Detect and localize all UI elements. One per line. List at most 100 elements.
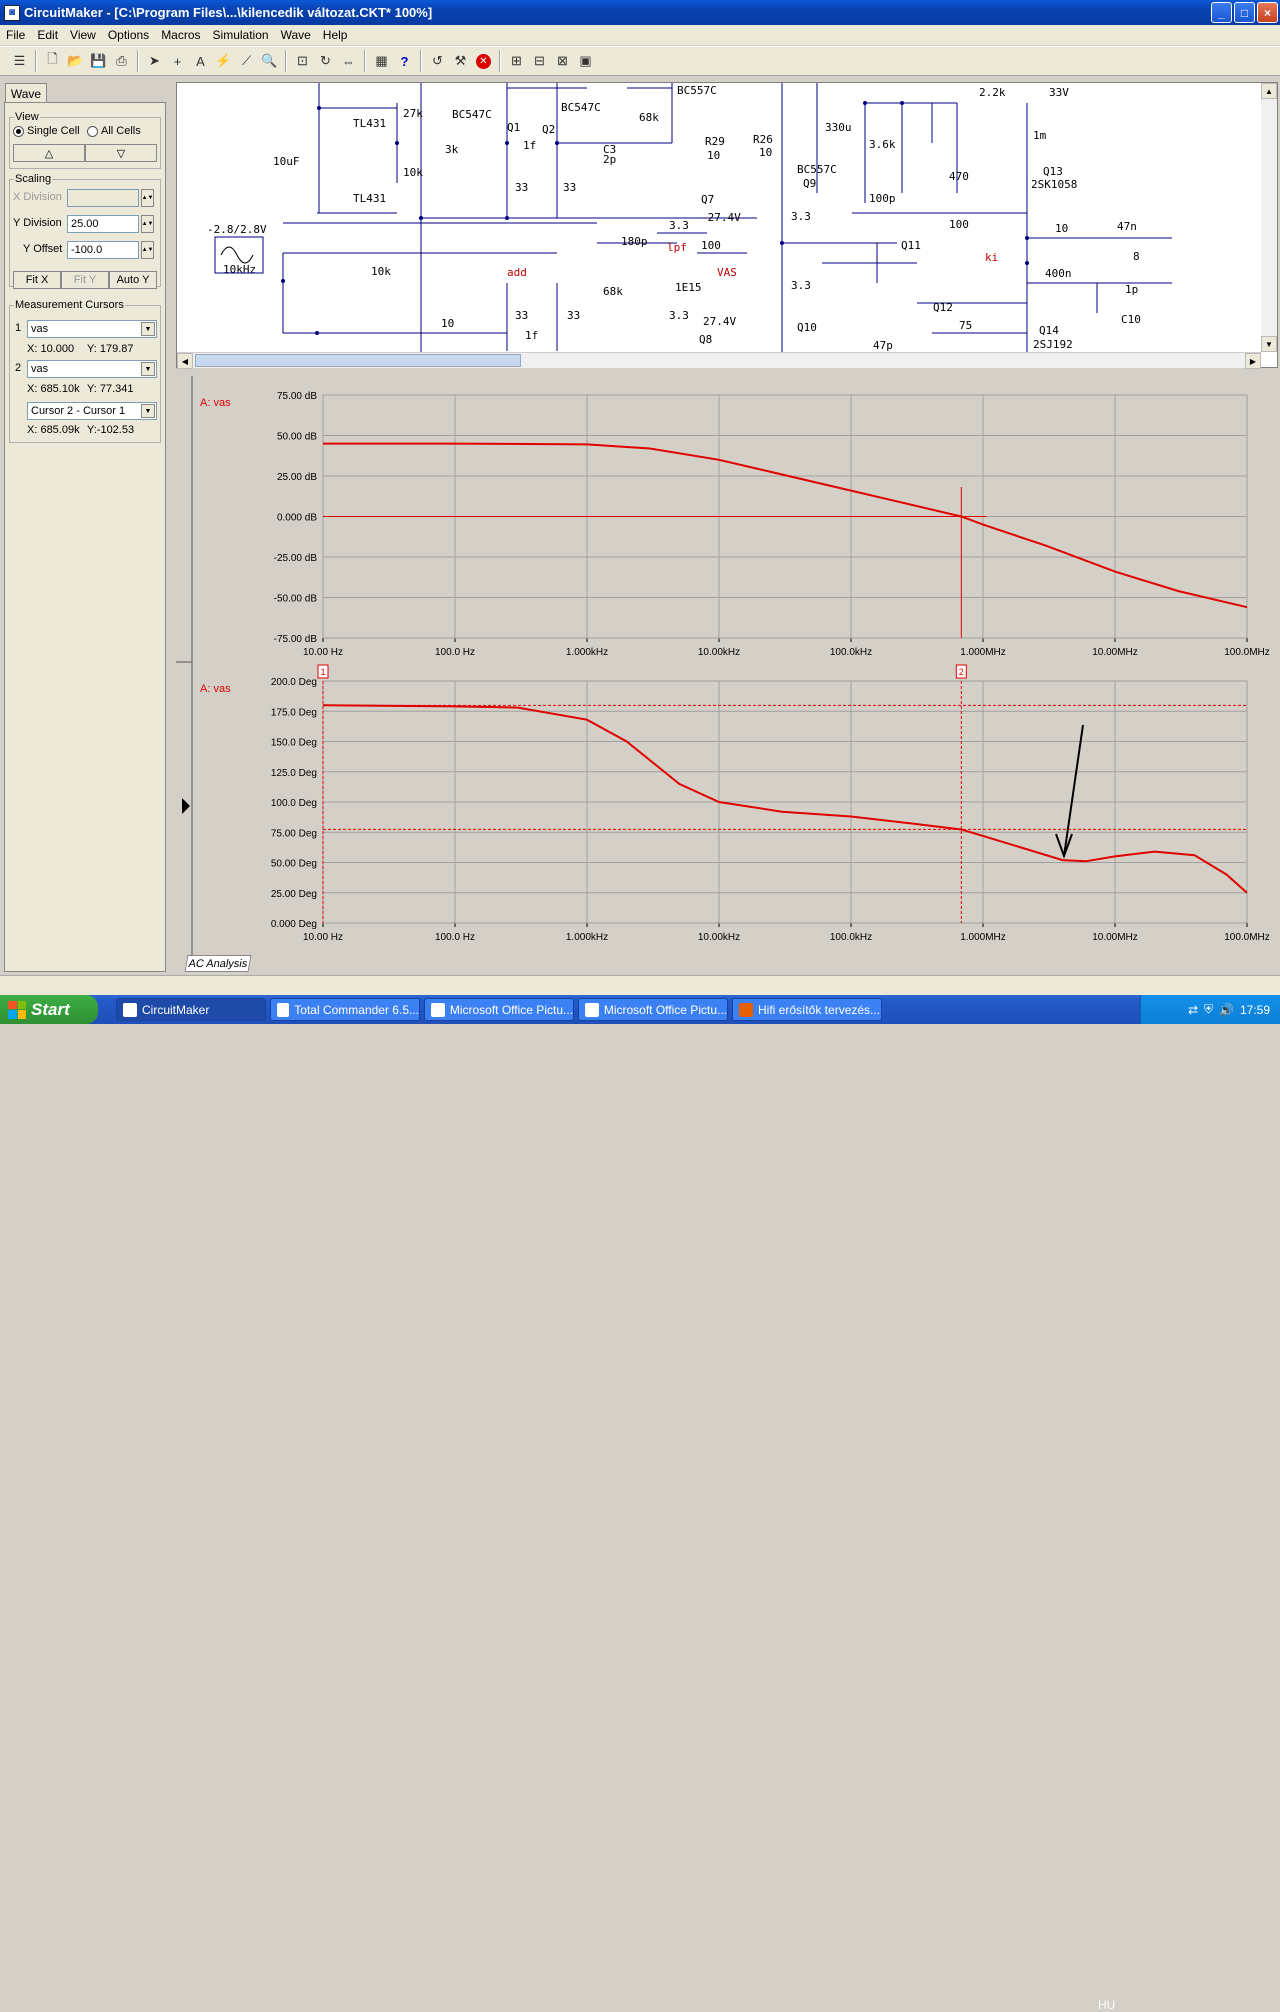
trace-icon[interactable]: ⊠ <box>551 50 574 72</box>
y-offset-spinner[interactable]: ▲▼ <box>141 241 154 259</box>
schem-label: VAS <box>717 266 737 279</box>
analog-mode-icon[interactable]: ⊟ <box>528 50 551 72</box>
cursor1-select[interactable]: vas ▼ <box>27 320 157 338</box>
source-voltage-label: -2.8/2.8V <box>207 223 267 236</box>
minimize-button[interactable]: _ <box>1211 2 1232 23</box>
cursor2-x-value: X: 685.10k <box>27 383 80 395</box>
single-cell-radio[interactable]: Single Cell <box>13 125 80 137</box>
circuitmaker-icon <box>123 1002 137 1017</box>
undo-icon[interactable]: ↺ <box>426 50 449 72</box>
wire-icon[interactable]: ⟋ <box>235 50 258 72</box>
arrow-select-icon[interactable]: ➤ <box>143 50 166 72</box>
digital-mode-icon[interactable]: ⊞ <box>505 50 528 72</box>
x-division-input[interactable] <box>67 189 139 207</box>
picture-icon <box>431 1002 445 1017</box>
text-tool-icon[interactable]: A <box>189 50 212 72</box>
app-icon[interactable]: ◙ <box>4 4 20 21</box>
scroll-up-icon[interactable]: ▲ <box>1261 83 1277 99</box>
volume-icon[interactable]: 🔊 <box>1219 1003 1234 1017</box>
tab-ac-analysis[interactable]: AC Analysis <box>184 955 252 972</box>
cursor-diff-select[interactable]: Cursor 2 - Cursor 1 ▼ <box>27 402 157 420</box>
flip-icon[interactable]: ⇔ <box>337 50 360 72</box>
schematic-canvas[interactable]: BC557C BC547C BC547C Q1 Q2 TL431 TL431 2… <box>176 82 1278 368</box>
x-division-label: X Division <box>13 191 62 203</box>
task-circuitmaker[interactable]: CircuitMaker <box>116 998 266 1021</box>
task-office-picture-2[interactable]: Microsoft Office Pictu... <box>578 998 728 1021</box>
fit-y-button[interactable]: Fit Y <box>61 271 109 289</box>
tab-wave[interactable]: Wave <box>5 83 47 103</box>
new-file-icon[interactable]: 🗋 <box>41 50 64 72</box>
shield-icon[interactable]: ⛨ <box>1204 1002 1213 1017</box>
schematic-horizontal-scrollbar[interactable]: ◀ ▶ <box>177 352 1261 369</box>
menu-edit[interactable]: Edit <box>31 28 64 42</box>
open-file-icon[interactable]: 📂 <box>64 50 87 72</box>
menu-wave[interactable]: Wave <box>275 28 317 42</box>
rotate-icon[interactable]: ↻ <box>314 50 337 72</box>
scroll-thumb[interactable] <box>195 354 521 367</box>
help-icon[interactable]: ? <box>393 50 416 72</box>
y-tick-label: 50.00 Deg <box>271 859 317 870</box>
tool-icon[interactable]: ⚒ <box>449 50 472 72</box>
network-icon[interactable]: ⇄ <box>1188 1003 1198 1017</box>
y-offset-input[interactable]: -100.0 <box>67 241 139 259</box>
schem-label: Q7 <box>701 193 714 206</box>
chevron-down-icon: ▼ <box>141 404 155 418</box>
y-division-input[interactable]: 25.00 <box>67 215 139 233</box>
y-tick-label: 0.000 Deg <box>271 919 317 930</box>
schematic-vertical-scrollbar[interactable]: ▲ ▼ <box>1261 83 1277 352</box>
y-tick-label: 100.0 Deg <box>271 798 317 809</box>
toolbar: ☰ 🗋 📂 💾 ⎙ ➤ + A ⚡ ⟋ 🔍 ⊡ ↻ ⇔ ▦ ? ↺ ⚒ ✕ ⊞ … <box>0 46 1280 76</box>
menu-macros[interactable]: Macros <box>155 28 206 42</box>
stop-icon[interactable]: ✕ <box>472 50 495 72</box>
task-total-commander[interactable]: Total Commander 6.5... <box>270 998 420 1021</box>
schem-label: 33 <box>563 181 576 194</box>
cursor-tag-label: 1 <box>320 667 325 677</box>
picture-icon <box>585 1002 599 1017</box>
floppy-icon <box>277 1002 290 1017</box>
zoom-icon[interactable]: 🔍 <box>258 50 281 72</box>
x-division-spinner[interactable]: ▲▼ <box>141 189 154 207</box>
netlist-icon[interactable]: ▦ <box>370 50 393 72</box>
waveform-plots: A: vas A: vas 10.00 Hz 100.0 Hz 1.000kHz 10… <box>176 376 1270 956</box>
fit-x-button[interactable]: Fit X <box>13 271 61 289</box>
save-icon[interactable]: 💾 <box>87 50 110 72</box>
menu-options[interactable]: Options <box>102 28 155 42</box>
language-indicator[interactable]: HU <box>1098 1998 1115 2012</box>
cursor2-select[interactable]: vas ▼ <box>27 360 157 378</box>
schem-label: 3.3 <box>669 309 689 322</box>
plot1-trace-label[interactable]: A: vas <box>200 397 231 409</box>
print-icon[interactable]: ⎙ <box>110 50 133 72</box>
run-icon[interactable]: ▣ <box>574 50 597 72</box>
probe-icon[interactable]: ⚡ <box>212 50 235 72</box>
schem-label: 3.6k <box>869 138 896 151</box>
scroll-left-icon[interactable]: ◀ <box>177 353 193 369</box>
menu-help[interactable]: Help <box>317 28 354 42</box>
scroll-down-icon[interactable]: ▼ <box>1261 336 1277 352</box>
all-cells-radio[interactable]: All Cells <box>87 125 141 137</box>
phase-plot[interactable]: 10.00 Hz 100.0 Hz 1.000kHz 10.00kHz 100.0kHz… <box>271 664 1270 943</box>
maximize-button[interactable]: □ <box>1234 2 1255 23</box>
close-button[interactable]: × <box>1257 2 1278 23</box>
cursor1-x-value: X: 10.000 <box>27 343 75 355</box>
plot2-trace-label[interactable]: A: vas <box>200 683 231 695</box>
schem-label: 2SK1058 <box>1031 178 1077 191</box>
menu-file[interactable]: File <box>0 28 31 42</box>
wire-tool-icon[interactable]: ☰ <box>8 50 31 72</box>
task-firefox[interactable]: Hifi erősítők tervezés... <box>732 998 882 1021</box>
scroll-right-icon[interactable]: ▶ <box>1245 353 1261 369</box>
auto-y-button[interactable]: Auto Y <box>109 271 157 289</box>
schem-label: 1f <box>525 329 538 342</box>
crosshair-icon[interactable]: + <box>166 50 189 72</box>
y-division-spinner[interactable]: ▲▼ <box>141 215 154 233</box>
cell-down-button[interactable]: ▽ <box>85 144 157 162</box>
menu-simulation[interactable]: Simulation <box>207 28 275 42</box>
cell-up-button[interactable]: △ <box>13 144 85 162</box>
y-tick-label: -50.00 dB <box>274 594 318 605</box>
schem-label: 33 <box>515 309 528 322</box>
menu-view[interactable]: View <box>64 28 102 42</box>
clock[interactable]: 17:59 <box>1240 1003 1270 1017</box>
start-button[interactable]: Start <box>0 995 98 1024</box>
task-office-picture-1[interactable]: Microsoft Office Pictu... <box>424 998 574 1021</box>
zoom-fit-icon[interactable]: ⊡ <box>291 50 314 72</box>
magnitude-plot[interactable]: 10.00 Hz 100.0 Hz 1.000kHz 10.00kHz 100.0kHz… <box>274 391 1270 658</box>
